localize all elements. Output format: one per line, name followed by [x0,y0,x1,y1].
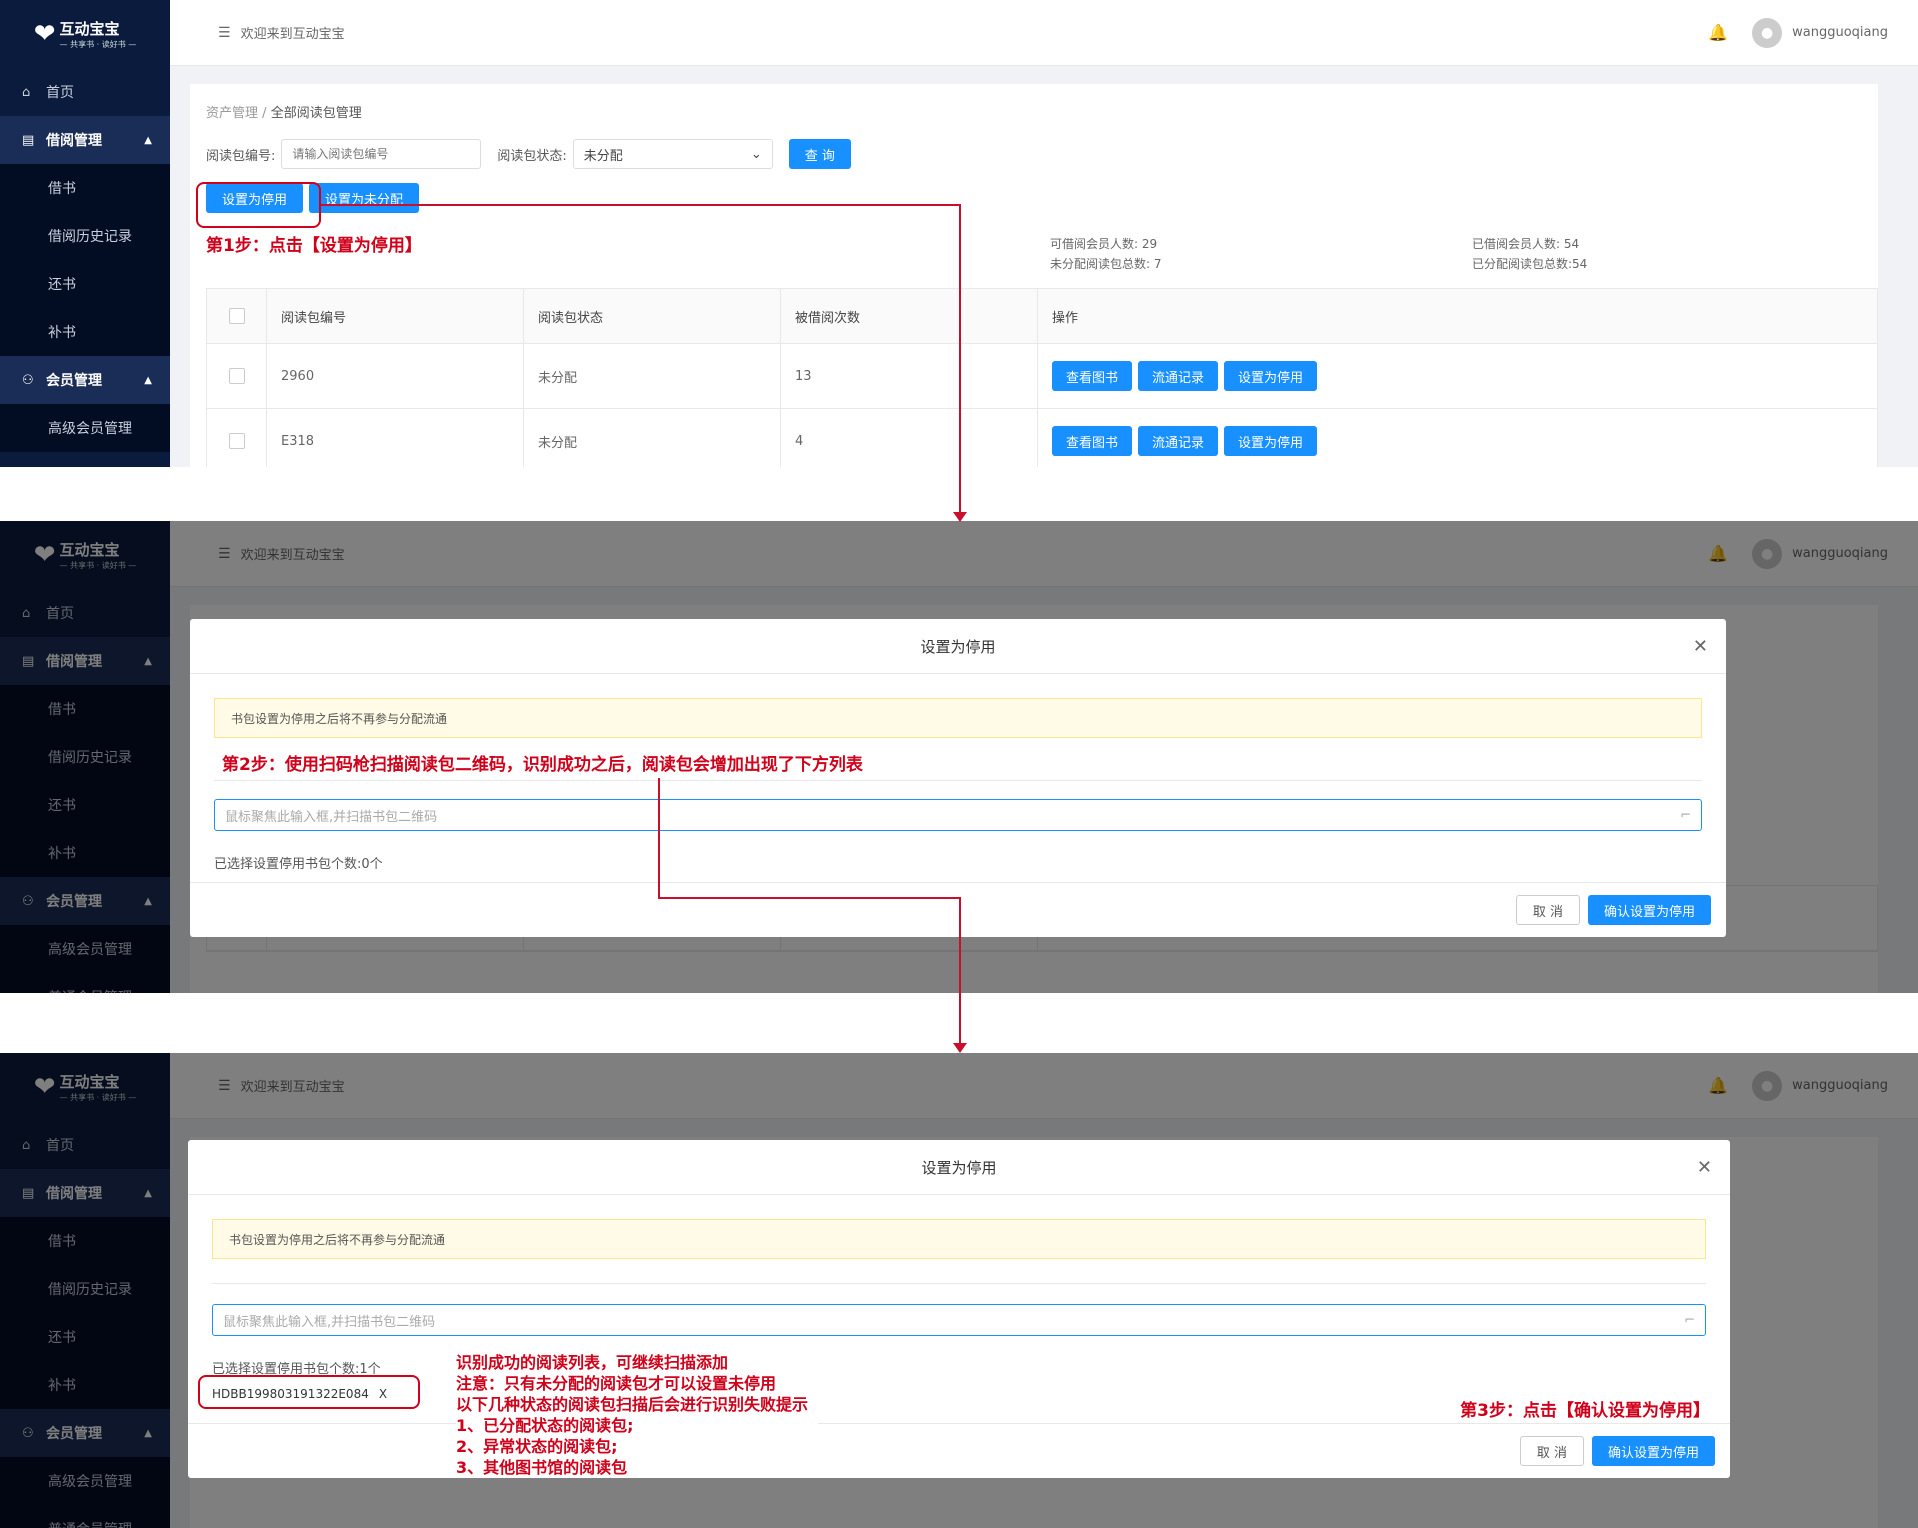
chevron-up-icon: ▲ [144,374,152,386]
sidebar: ❤互动宝宝— 共享书 · 读好书 — ⌂首页 ▤借阅管理▲ 借书 借阅历史记录 … [0,0,170,467]
arrow-down-icon [953,512,967,522]
row-set-disabled-button[interactable]: 设置为停用 [1224,426,1318,456]
set-unassigned-button[interactable]: 设置为未分配 [309,183,420,213]
breadcrumb: 资产管理 / 全部阅读包管理 [206,106,362,121]
home-icon: ⌂ [22,84,31,100]
cancel-button[interactable]: 取 消 [1519,1436,1584,1466]
row-checkbox[interactable] [228,368,245,384]
action-bar: 设置为停用 设置为未分配 [206,183,1862,213]
sidebar-item-home[interactable]: ⌂首页 [0,68,170,116]
search-button[interactable]: 查 询 [788,139,851,169]
row-checkbox[interactable] [228,433,245,449]
selected-count: 已选择设置停用书包个数:0个 [214,857,383,872]
chevron-up-icon: ▲ [144,134,152,146]
cancel-button[interactable]: 取 消 [1515,895,1580,925]
chevron-down-icon: ⌄ [750,146,762,162]
stats-left: 可借阅会员人数: 29 未分配阅读包总数: 7 [1050,237,1162,271]
dialog-title: 设置为停用 ✕ [188,1140,1730,1195]
scanner-icon: ⌐ [1684,1312,1695,1328]
dialog-footer: 取 消 确认设置为停用 [188,1423,1730,1478]
filter-bar: 阅读包编号: 阅读包状态: 未分配⌄ 查 询 [206,139,1862,169]
warning-alert: 书包设置为停用之后将不再参与分配流通 [214,698,1702,738]
selected-count: 已选择设置停用书包个数:1个 [212,1362,381,1377]
status-select[interactable]: 未分配 ⌄ [572,139,773,169]
warning-alert: 书包设置为停用之后将不再参与分配流通 [212,1219,1706,1259]
sidebar-item-history[interactable]: 借阅历史记录 [0,212,170,260]
users-icon: ⚇ [22,372,34,388]
screen-step3: ❤互动宝宝— 共享书 · 读好书 — ⌂首页 ▤借阅管理▲ 借书 借阅历史记录 … [0,1053,1918,1528]
confirm-button[interactable]: 确认设置为停用 [1591,1436,1715,1466]
logo: ❤互动宝宝— 共享书 · 读好书 — [33,19,137,49]
scan-input[interactable]: 鼠标聚焦此输入框,并扫描书包二维码 ⌐ [214,799,1702,831]
top-header: ☰欢迎来到互动宝宝 🔔 ●wangguoqiang [170,0,1918,66]
circulation-button[interactable]: 流通记录 [1138,361,1219,391]
dialog-title: 设置为停用 ✕ [190,619,1726,674]
book-icon: ▤ [22,132,35,148]
table-header: 阅读包编号 阅读包状态 被借阅次数 操作 [207,289,1877,344]
code-input[interactable] [281,139,482,169]
step3-annotation: 第3步：点击【确认设置为停用】 [1460,1401,1710,1421]
scan-notes: 识别成功的阅读列表，可继续扫描添加 注意：只有未分配的阅读包才可以设置未停用 以… [456,1352,819,1478]
menu-icon[interactable]: ☰ [218,25,231,41]
arrow-down-icon [953,1043,967,1053]
connector-line [959,204,961,512]
stats-right: 已借阅会员人数: 54 已分配阅读包总数:54 [1472,237,1588,271]
packs-table: 阅读包编号 阅读包状态 被借阅次数 操作 2960 未分配 13 查看图书 流通记… [206,288,1878,467]
scanner-icon: ⌐ [1680,807,1691,823]
sidebar-item-return[interactable]: 还书 [0,260,170,308]
close-icon[interactable]: ✕ [1693,636,1708,657]
circulation-button[interactable]: 流通记录 [1138,426,1219,456]
confirm-button[interactable]: 确认设置为停用 [1587,895,1711,925]
connector-line [658,897,960,899]
close-icon[interactable]: ✕ [1697,1157,1712,1178]
bell-icon[interactable]: 🔔 [1708,23,1728,42]
sidebar-group-borrow[interactable]: ▤借阅管理▲ [0,116,170,164]
highlight-set-disabled [196,182,321,228]
main-content: 资产管理 / 全部阅读包管理 阅读包编号: 阅读包状态: 未分配⌄ 查 询 设置… [190,84,1878,467]
view-books-button[interactable]: 查看图书 [1052,361,1133,391]
select-all-checkbox[interactable] [228,308,245,324]
highlight-scanned-tag [198,1375,420,1409]
connector-line [321,204,960,206]
step2-annotation: 第2步：使用扫码枪扫描阅读包二维码，识别成功之后，阅读包会增加出现了下方列表 [222,755,863,775]
sidebar-group-member[interactable]: ⚇会员管理▲ [0,356,170,404]
view-books-button[interactable]: 查看图书 [1052,426,1133,456]
set-disabled-dialog: 设置为停用 ✕ 书包设置为停用之后将不再参与分配流通 鼠标聚焦此输入框,并扫描书包… [188,1140,1730,1478]
logo-icon: ❤ [33,19,56,49]
sidebar-item-borrow[interactable]: 借书 [0,164,170,212]
avatar[interactable]: ● [1752,17,1783,48]
scan-input[interactable]: 鼠标聚焦此输入框,并扫描书包二维码 ⌐ [212,1304,1706,1336]
table-row: E318 未分配 4 查看图书流通记录设置为停用 [207,409,1877,467]
step1-annotation: 第1步：点击【设置为停用】 [206,236,422,256]
sidebar-item-replace[interactable]: 补书 [0,308,170,356]
connector-line [658,778,660,898]
table-row: 2960 未分配 13 查看图书 流通记录 设置为停用 [207,344,1877,409]
username[interactable]: wangguoqiang [1792,25,1888,40]
row-set-disabled-button[interactable]: 设置为停用 [1224,361,1318,391]
dialog-footer: 取 消 确认设置为停用 [190,882,1726,937]
sidebar-item-premium[interactable]: 高级会员管理 [0,404,170,452]
connector-line [959,897,961,1043]
set-disabled-dialog: 设置为停用 ✕ 书包设置为停用之后将不再参与分配流通 第2步：使用扫码枪扫描阅读包… [190,619,1726,937]
